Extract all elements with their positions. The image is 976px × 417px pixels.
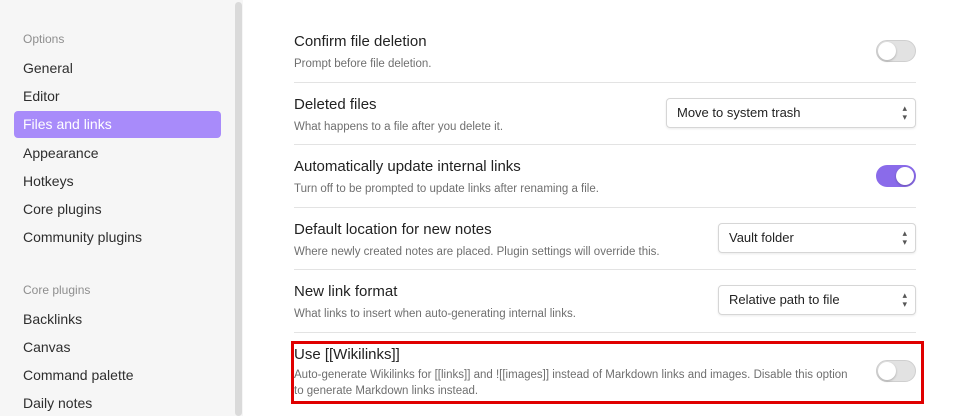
sidebar-scrollbar[interactable]	[234, 0, 243, 416]
confirm-deletion-toggle[interactable]	[876, 40, 916, 62]
divider	[294, 207, 916, 208]
select-value: Move to system trash	[677, 105, 801, 120]
select-value: Relative path to file	[729, 292, 840, 307]
chevron-up-down-icon: ▴ ▾	[902, 228, 907, 247]
setting-confirm-file-deletion: Confirm file deletion Prompt before file…	[294, 33, 916, 72]
link-format-select[interactable]: Relative path to file ▴ ▾	[718, 285, 916, 315]
core-plugins-section-title: Core plugins	[23, 283, 91, 297]
divider	[294, 144, 916, 145]
default-location-select[interactable]: Vault folder ▴ ▾	[718, 223, 916, 253]
auto-update-links-toggle[interactable]	[876, 165, 916, 187]
options-section-title: Options	[23, 32, 65, 46]
nav-item-hotkeys[interactable]: Hotkeys	[14, 168, 221, 195]
nav-item-editor[interactable]: Editor	[14, 83, 221, 110]
divider	[294, 332, 916, 333]
nav-item-backlinks[interactable]: Backlinks	[14, 306, 221, 333]
chevron-up-down-icon: ▴ ▾	[902, 103, 907, 122]
setting-name: Confirm file deletion	[294, 33, 427, 50]
nav-item-files-and-links[interactable]: Files and links	[14, 111, 221, 138]
setting-name: Automatically update internal links	[294, 158, 521, 175]
nav-item-community-plugins[interactable]: Community plugins	[14, 224, 221, 251]
toggle-knob	[896, 167, 914, 185]
setting-description: Prompt before file deletion.	[294, 58, 432, 70]
deleted-files-select[interactable]: Move to system trash ▴ ▾	[666, 98, 916, 128]
nav-item-command-palette[interactable]: Command palette	[14, 362, 221, 389]
setting-auto-update-links: Automatically update internal links Turn…	[294, 158, 916, 197]
setting-description: Turn off to be prompted to update links …	[294, 183, 599, 195]
chevron-up-down-icon: ▴ ▾	[902, 290, 907, 309]
toggle-knob	[878, 42, 896, 60]
nav-item-appearance[interactable]: Appearance	[14, 140, 221, 167]
scrollbar-thumb[interactable]	[235, 2, 242, 416]
nav-item-general[interactable]: General	[14, 55, 221, 82]
divider	[294, 82, 916, 83]
select-value: Vault folder	[729, 230, 794, 245]
settings-sidebar: Options General Editor Files and links A…	[0, 0, 234, 416]
divider	[294, 269, 916, 270]
red-highlight-box	[291, 341, 924, 404]
nav-item-daily-notes[interactable]: Daily notes	[14, 390, 221, 417]
nav-item-core-plugins[interactable]: Core plugins	[14, 196, 221, 223]
nav-item-canvas[interactable]: Canvas	[14, 334, 221, 361]
